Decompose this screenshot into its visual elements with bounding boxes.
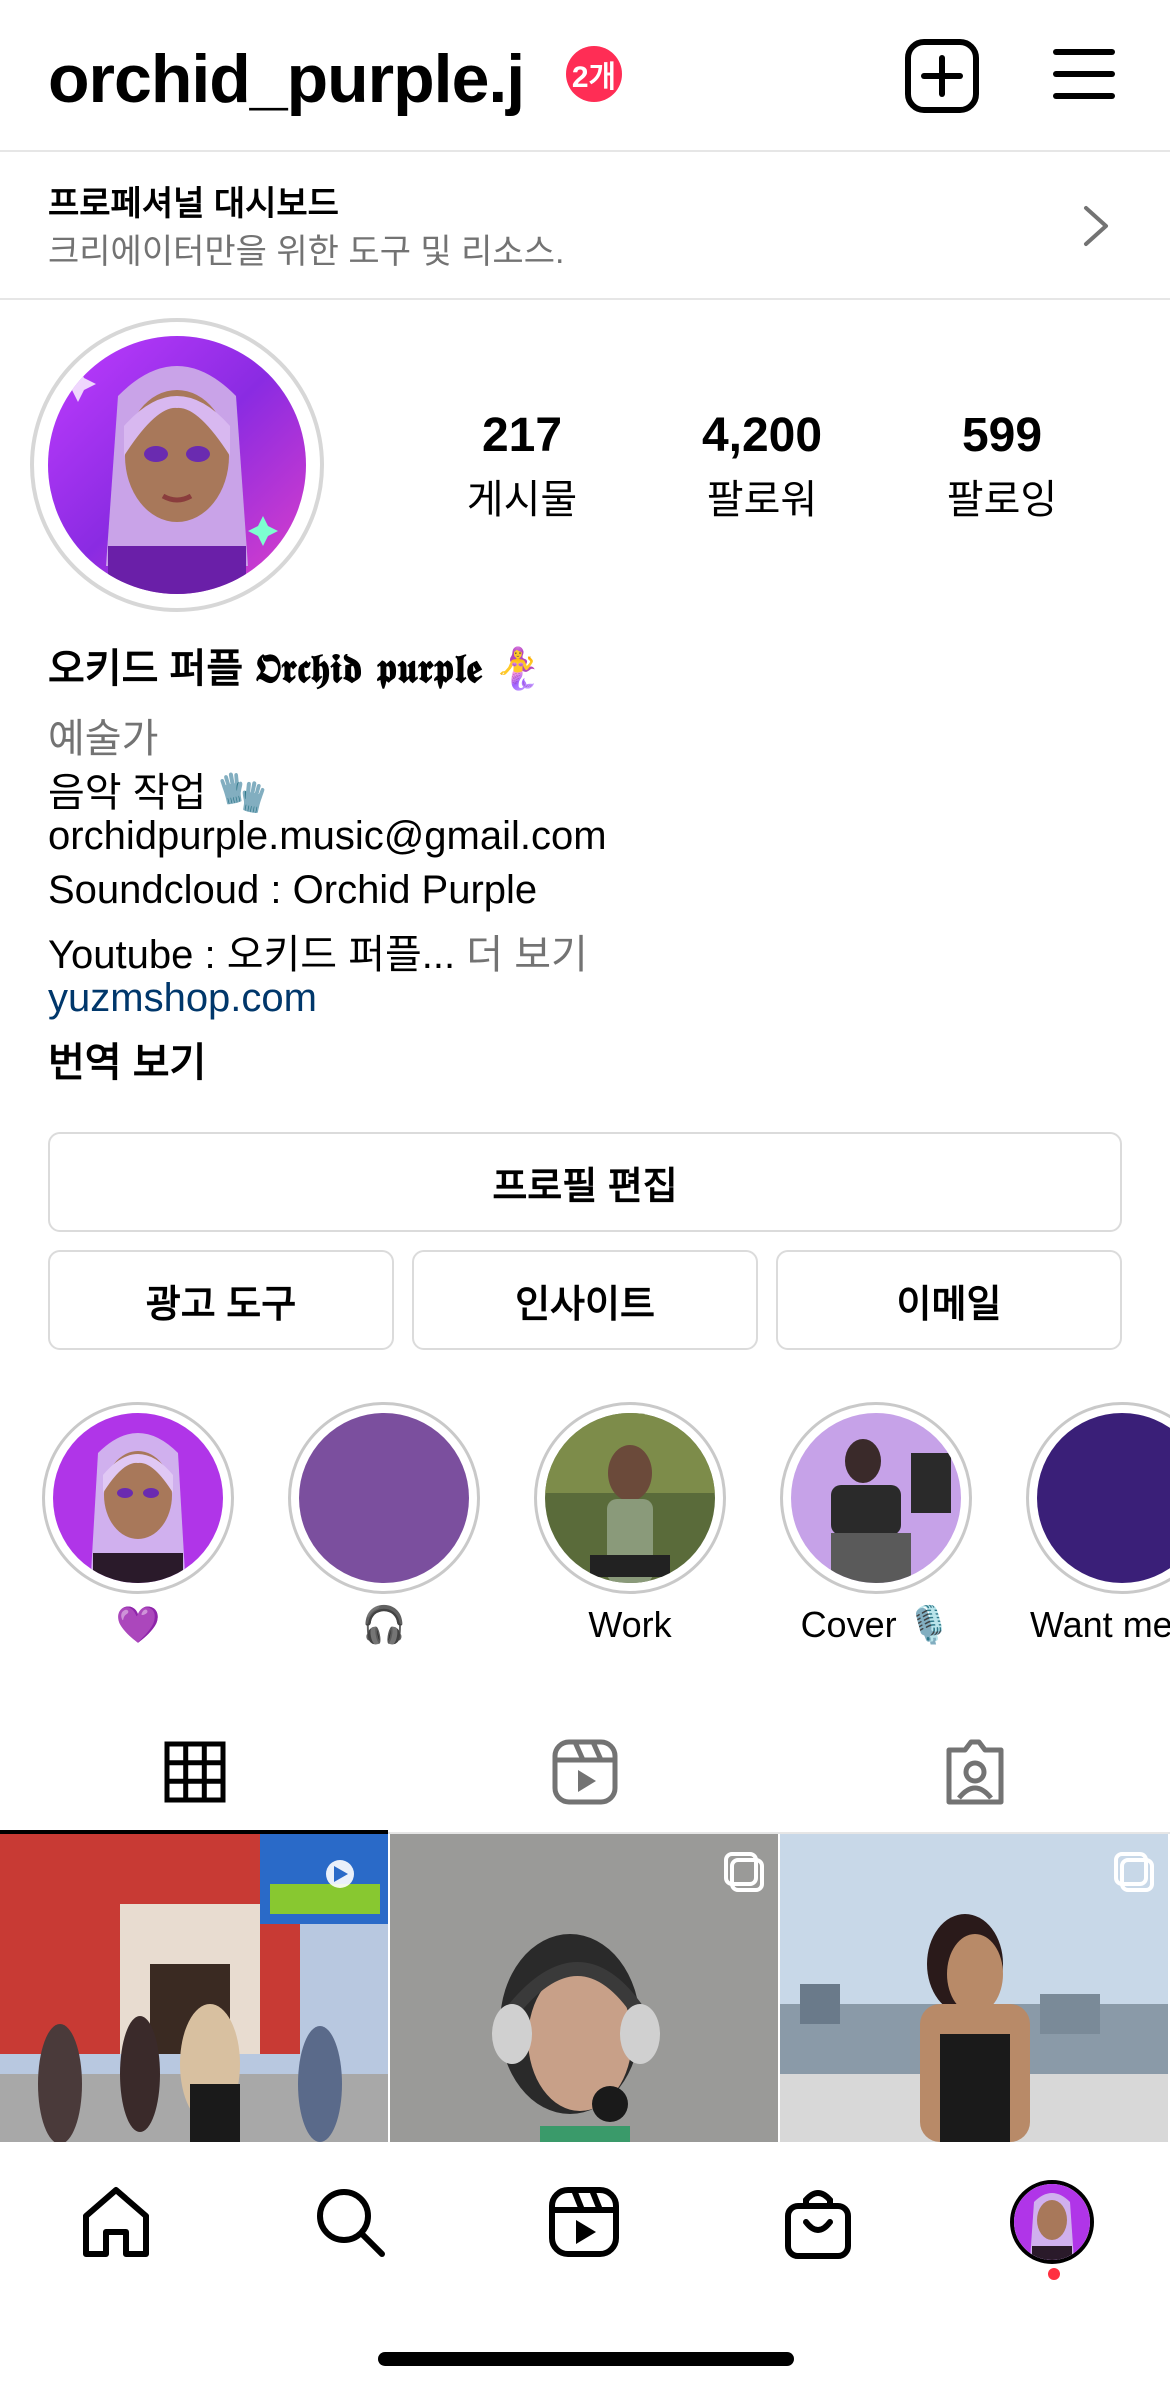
nav-profile[interactable]	[1010, 2180, 1094, 2264]
home-icon	[83, 2187, 149, 2257]
posts-label: 게시물	[466, 478, 578, 522]
email-button[interactable]: 이메일	[776, 1250, 1122, 1350]
dashboard-title: 프로페셔널 대시보드	[48, 185, 339, 223]
posts-grid	[0, 1834, 1170, 2142]
followers-stat[interactable]: 4,200 팔로워	[662, 408, 862, 525]
reels-icon	[549, 2187, 619, 2257]
posts-stat[interactable]: 217 게시물	[422, 408, 622, 525]
post-thumbnail[interactable]	[780, 1834, 1168, 2142]
translate-link[interactable]: 번역 보기	[48, 1030, 206, 1088]
hamburger-icon	[1053, 49, 1115, 99]
highlight-ring	[1026, 1402, 1170, 1594]
nav-home[interactable]	[74, 2180, 158, 2264]
highlight-item[interactable]: Cover 🎙️	[776, 1402, 976, 1646]
bio-music-text: 음악 작업	[48, 771, 207, 815]
reels-icon	[552, 1739, 618, 1805]
highlight-item[interactable]: Want me l	[1022, 1402, 1170, 1646]
profile-avatar[interactable]	[30, 318, 324, 612]
mermaid-emoji: 🧜‍♀️	[493, 647, 543, 691]
highlight-solid-purple	[299, 1413, 469, 1583]
glove-emoji: 🧤	[217, 771, 268, 815]
avatar-image	[48, 336, 306, 594]
new-post-button[interactable]	[904, 38, 980, 114]
nav-reels[interactable]	[542, 2180, 626, 2264]
menu-button[interactable]	[1052, 44, 1116, 104]
highlight-avatar-image	[53, 1413, 223, 1583]
plus-square-icon	[905, 39, 979, 113]
content-tab-bar	[0, 1710, 1170, 1834]
search-icon	[317, 2189, 385, 2257]
highlight-label: Cover 🎙️	[800, 1604, 952, 1645]
highlight-ring	[42, 1402, 234, 1594]
edit-profile-button[interactable]: 프로필 편집	[48, 1132, 1122, 1232]
followers-label: 팔로워	[706, 478, 818, 522]
highlight-label: 💜	[115, 1604, 161, 1645]
notification-dot	[1048, 2268, 1060, 2280]
notification-badge[interactable]: 2개	[566, 46, 622, 102]
professional-dashboard-row[interactable]: 프로페셔널 대시보드 크리에이터만을 위한 도구 및 리소스.	[0, 150, 1170, 300]
tab-tagged[interactable]	[780, 1710, 1170, 1834]
bio-youtube: Youtube : 오키드 퍼플...	[48, 933, 456, 977]
dashboard-subtitle: 크리에이터만을 위한 도구 및 리소스.	[48, 233, 565, 271]
display-name-korean: 오키드 퍼플	[48, 647, 244, 691]
post-thumbnail[interactable]	[390, 1834, 778, 2142]
bio-youtube-line: Youtube : 오키드 퍼플... 더 보기	[48, 922, 588, 980]
nav-search[interactable]	[308, 2180, 392, 2264]
profile-username[interactable]: orchid_purple.j	[48, 40, 525, 118]
nav-shop[interactable]	[776, 2180, 860, 2264]
highlight-cover-photo	[791, 1413, 961, 1583]
top-bar: orchid_purple.j 2개	[0, 0, 1170, 150]
highlight-item[interactable]: 💜	[38, 1402, 238, 1646]
following-label: 팔로잉	[946, 478, 1058, 522]
highlight-label: Work	[588, 1604, 672, 1645]
tab-reels[interactable]	[390, 1710, 780, 1834]
highlight-work-photo	[545, 1413, 715, 1583]
posts-count: 217	[481, 409, 563, 462]
highlight-item[interactable]: 🎧	[284, 1402, 484, 1646]
following-stat[interactable]: 599 팔로잉	[902, 408, 1102, 525]
highlight-ring	[780, 1402, 972, 1594]
shop-icon	[785, 2190, 851, 2259]
profile-display-name: 오키드 퍼플 𝕺𝖗𝖈𝖍𝖎𝖉 𝖕𝖚𝖗𝖕𝖑𝖊 🧜‍♀️	[48, 636, 543, 694]
bio-email: orchidpurple.music@gmail.com	[48, 814, 607, 858]
highlight-label: Want me l	[1030, 1604, 1170, 1645]
insights-button[interactable]: 인사이트	[412, 1250, 758, 1350]
highlight-label: 🎧	[361, 1604, 407, 1645]
more-link[interactable]: 더 보기	[466, 933, 588, 977]
bio-line-music: 음악 작업 🧤	[48, 760, 267, 818]
bio-soundcloud: Soundcloud : Orchid Purple	[48, 868, 538, 912]
post-thumbnail[interactable]	[0, 1834, 388, 2142]
following-count: 599	[961, 409, 1043, 462]
tab-grid[interactable]	[0, 1710, 390, 1834]
followers-count: 4,200	[701, 409, 823, 462]
profile-avatar-icon	[1014, 2184, 1090, 2260]
highlight-item[interactable]: Work	[530, 1402, 730, 1646]
highlight-solid-indigo	[1037, 1413, 1170, 1583]
highlight-ring	[534, 1402, 726, 1594]
profile-category: 예술가	[48, 717, 159, 761]
website-link[interactable]: yuzmshop.com	[48, 976, 317, 1021]
highlight-ring	[288, 1402, 480, 1594]
chevron-right-icon	[1084, 206, 1108, 246]
ad-tools-button[interactable]: 광고 도구	[48, 1250, 394, 1350]
tagged-icon	[946, 1739, 1004, 1805]
grid-icon	[164, 1741, 226, 1803]
display-name-fancy: 𝕺𝖗𝖈𝖍𝖎𝖉 𝖕𝖚𝖗𝖕𝖑𝖊	[254, 645, 482, 692]
home-indicator	[378, 2352, 794, 2366]
